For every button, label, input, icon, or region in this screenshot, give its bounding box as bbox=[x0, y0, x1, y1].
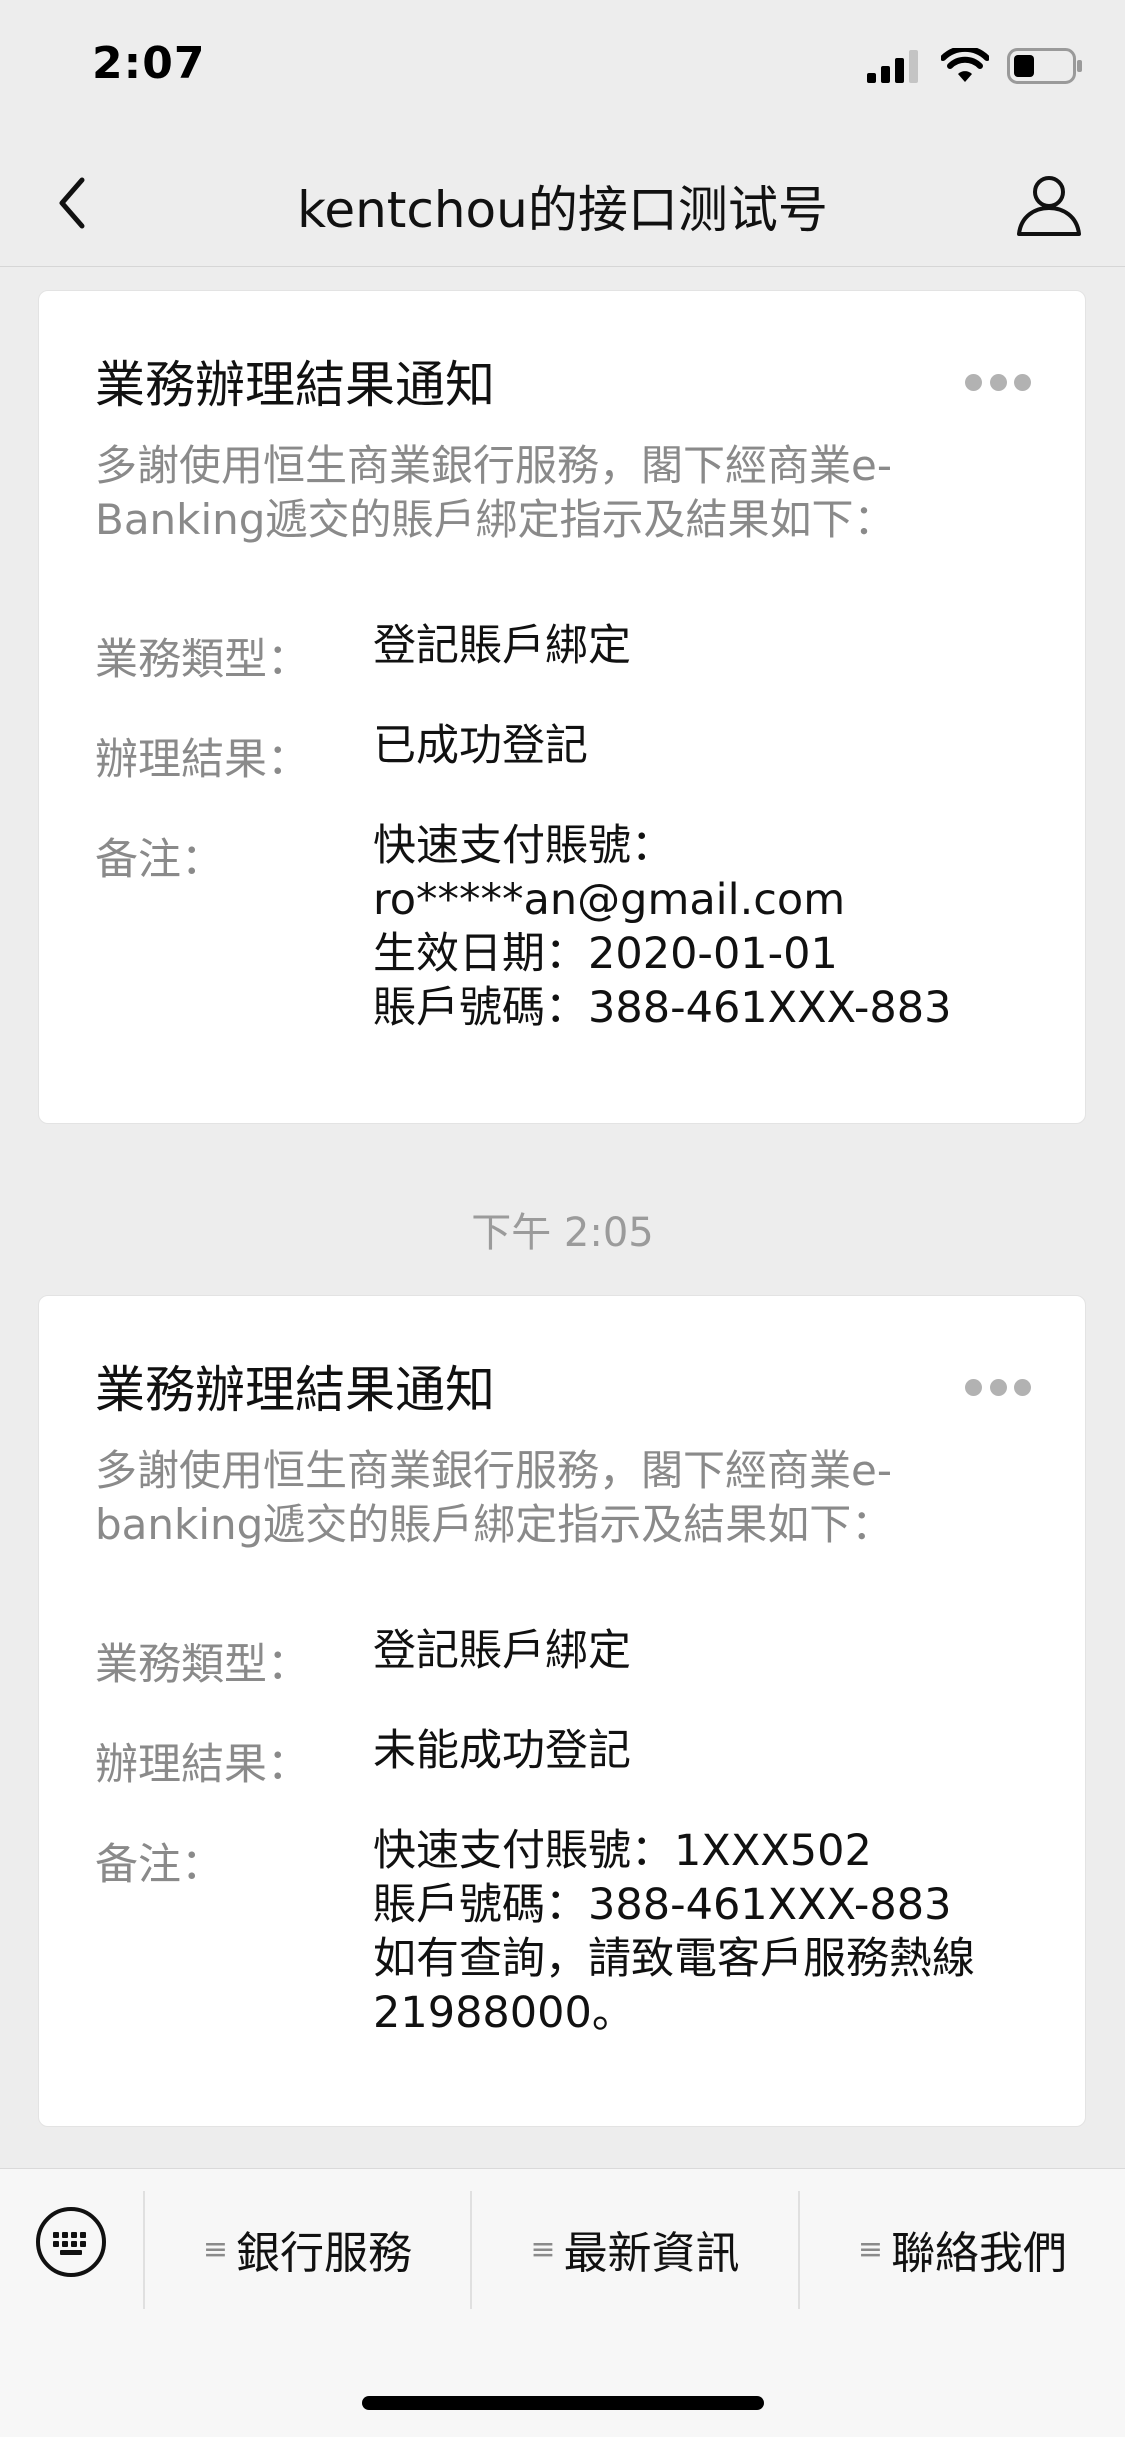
note-line: 生效日期：2020-01-01 bbox=[373, 929, 838, 979]
page-title: kentchou的接口测试号 bbox=[297, 181, 828, 239]
keyboard-icon bbox=[36, 2207, 106, 2277]
note-value: 快速支付賬號：1XXX502 賬戶號碼：388-461XXX-883 如有查詢，… bbox=[373, 1824, 975, 2040]
notification-card[interactable]: 業務辦理結果通知 多謝使用恒生商業銀行服務，閣下經商業e-banking遞交的賬… bbox=[38, 1295, 1086, 2127]
message-timestamp: 下午 2:05 bbox=[471, 1210, 654, 1256]
person-icon bbox=[1017, 176, 1081, 236]
type-label: 業務類型： bbox=[95, 635, 310, 685]
wifi-icon bbox=[941, 48, 989, 82]
more-options-button[interactable] bbox=[965, 371, 1031, 393]
menu-item-label: 聯絡我們 bbox=[891, 2228, 1068, 2279]
note-value: 快速支付賬號： ro*****an@gmail.com 生效日期：2020-01… bbox=[373, 819, 951, 1035]
card-intro: 多謝使用恒生商業銀行服務，閣下經商業e-Banking遞交的賬戶綁定指示及結果如… bbox=[95, 441, 896, 544]
note-line: 如有查詢，請致電客戶服務熱線 bbox=[373, 1934, 975, 1984]
menu-item-label: 銀行服務 bbox=[236, 2228, 413, 2279]
card-title: 業務辦理結果通知 bbox=[95, 1361, 495, 1419]
type-value: 登記賬戶綁定 bbox=[373, 621, 631, 671]
profile-button[interactable] bbox=[1013, 168, 1085, 240]
type-value: 登記賬戶綁定 bbox=[373, 1626, 631, 1676]
menu-lines-icon: ≡ bbox=[857, 2231, 884, 2267]
status-bar: 2:07 bbox=[0, 0, 1125, 140]
keyboard-toggle-button[interactable] bbox=[34, 2205, 108, 2279]
result-value: 未能成功登記 bbox=[373, 1726, 631, 1776]
note-line: 賬戶號碼：388-461XXX-883 bbox=[373, 1880, 952, 1930]
status-icons bbox=[867, 48, 1083, 84]
home-indicator bbox=[362, 2396, 764, 2410]
card-title: 業務辦理結果通知 bbox=[95, 356, 495, 414]
result-value: 已成功登記 bbox=[373, 721, 588, 771]
notification-card[interactable]: 業務辦理結果通知 多謝使用恒生商業銀行服務，閣下經商業e-Banking遞交的賬… bbox=[38, 290, 1086, 1124]
note-line: ro*****an@gmail.com bbox=[373, 875, 846, 925]
card-intro: 多謝使用恒生商業銀行服務，閣下經商業e-banking遞交的賬戶綁定指示及結果如… bbox=[95, 1446, 894, 1549]
note-label: 备注： bbox=[95, 1840, 224, 1890]
menu-lines-icon: ≡ bbox=[202, 2231, 229, 2267]
more-options-button[interactable] bbox=[965, 1376, 1031, 1398]
more-dot-icon bbox=[1014, 373, 1031, 391]
signal-icon bbox=[867, 50, 918, 83]
status-time: 2:07 bbox=[92, 38, 206, 89]
menu-bank-services[interactable]: ≡ 銀行服務 bbox=[145, 2209, 470, 2289]
more-dot-icon bbox=[1014, 1378, 1031, 1396]
battery-icon bbox=[1007, 48, 1082, 84]
result-label: 辦理結果： bbox=[95, 735, 310, 785]
note-line: 21988000。 bbox=[373, 1988, 635, 2038]
menu-lines-icon: ≡ bbox=[530, 2231, 556, 2267]
note-line: 快速支付賬號：1XXX502 bbox=[373, 1826, 872, 1876]
menu-latest-news[interactable]: ≡ 最新資訊 bbox=[472, 2209, 798, 2289]
result-label: 辦理結果： bbox=[95, 1740, 310, 1790]
type-label: 業務類型： bbox=[95, 1640, 310, 1690]
nav-bar: kentchou的接口测试号 bbox=[0, 140, 1125, 267]
note-label: 备注： bbox=[95, 835, 224, 885]
more-dot-icon bbox=[989, 373, 1007, 391]
note-line: 賬戶號碼：388-461XXX-883 bbox=[373, 983, 952, 1033]
more-dot-icon bbox=[989, 1378, 1007, 1396]
menu-contact-us[interactable]: ≡ 聯絡我們 bbox=[800, 2209, 1125, 2289]
menu-item-label: 最新資訊 bbox=[563, 2228, 740, 2279]
note-line: 快速支付賬號： bbox=[373, 821, 674, 871]
more-dot-icon bbox=[965, 1378, 982, 1396]
more-dot-icon bbox=[965, 373, 982, 391]
